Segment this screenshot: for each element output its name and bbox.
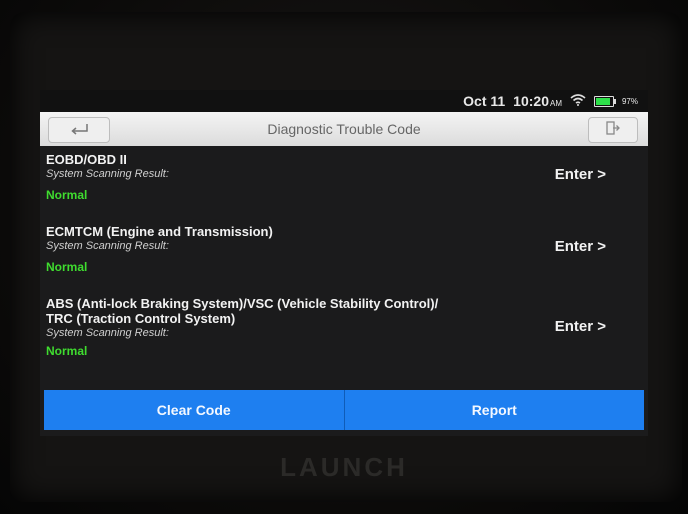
system-status: Normal bbox=[46, 344, 88, 358]
list-item: EOBD/OBD II System Scanning Result: Norm… bbox=[40, 152, 648, 224]
title-bar: Diagnostic Trouble Code bbox=[40, 112, 648, 146]
system-list: EOBD/OBD II System Scanning Result: Norm… bbox=[40, 152, 648, 386]
report-button[interactable]: Report bbox=[345, 390, 645, 430]
system-name: EOBD/OBD II bbox=[46, 152, 127, 167]
device-screen: Oct 11 10:20AM 97% Diagnostic Trouble Co… bbox=[40, 90, 648, 436]
list-item: ABS (Anti-lock Braking System)/VSC (Vehi… bbox=[40, 296, 648, 386]
exit-button[interactable] bbox=[588, 117, 638, 143]
status-time-suffix: AM bbox=[549, 99, 562, 108]
status-right: Oct 11 10:20AM 97% bbox=[463, 92, 638, 110]
list-item: ECMTCM (Engine and Transmission) System … bbox=[40, 224, 648, 296]
page-title: Diagnostic Trouble Code bbox=[267, 121, 421, 137]
brand-logo: LAUNCH bbox=[280, 452, 408, 482]
battery-icon bbox=[593, 95, 616, 107]
battery-percent: 97% bbox=[621, 96, 638, 106]
status-time-group: 10:20AM bbox=[513, 93, 562, 109]
clear-code-label: Clear Code bbox=[156, 402, 231, 418]
bottom-action-bar: Clear Code Report bbox=[44, 390, 644, 430]
system-name: ABS (Anti-lock Braking System)/VSC (Vehi… bbox=[46, 296, 439, 311]
back-arrow-icon bbox=[68, 121, 90, 140]
system-name: ECMTCM (Engine and Transmission) bbox=[46, 224, 273, 239]
report-label: Report bbox=[471, 402, 517, 418]
status-bar: Oct 11 10:20AM 97% bbox=[40, 90, 648, 112]
system-status: Normal bbox=[46, 188, 88, 202]
battery-fill bbox=[595, 97, 610, 105]
enter-button[interactable]: Enter > bbox=[555, 166, 606, 183]
status-time: 10:20 bbox=[513, 93, 549, 109]
enter-button[interactable]: Enter > bbox=[555, 238, 606, 255]
clear-code-button[interactable]: Clear Code bbox=[44, 390, 344, 430]
enter-button[interactable]: Enter > bbox=[555, 318, 606, 335]
back-button[interactable] bbox=[48, 117, 110, 143]
exit-icon bbox=[605, 120, 621, 141]
wifi-icon bbox=[570, 93, 586, 109]
status-date: Oct 11 bbox=[463, 93, 506, 109]
system-status: Normal bbox=[46, 260, 88, 274]
battery-cap bbox=[613, 98, 616, 104]
